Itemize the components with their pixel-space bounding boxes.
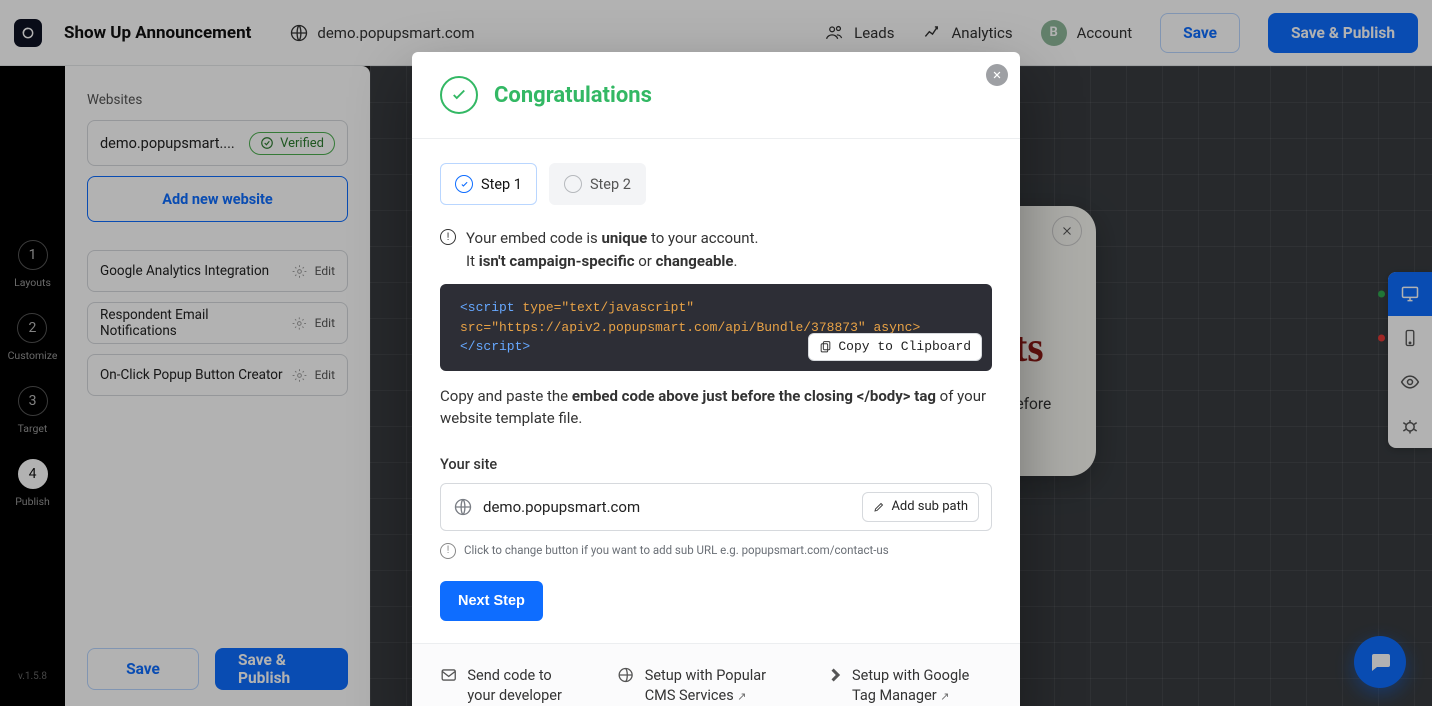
embed-code[interactable]: <script type="text/javascript" src="http…	[440, 284, 992, 371]
send-to-developer-label: Send code to your developer	[467, 666, 577, 706]
next-step-button[interactable]: Next Step	[440, 581, 543, 621]
info-icon: !	[440, 543, 456, 559]
external-icon: ↗	[737, 690, 746, 703]
globe-icon	[617, 666, 634, 684]
add-sub-path-button[interactable]: Add sub path	[862, 492, 979, 522]
modal-title: Congratulations	[494, 83, 652, 108]
tab-step-2[interactable]: Step 2	[549, 163, 646, 205]
code-tag: <script	[460, 300, 522, 315]
code-attr: type="text/javascript" src="https://apiv…	[460, 300, 920, 335]
t: It	[466, 252, 479, 270]
setup-cms[interactable]: Setup with Popular CMS Services ↗	[617, 666, 784, 706]
hint-text: Click to change button if you want to ad…	[464, 543, 889, 557]
setup-cms-label: Setup with Popular CMS Services	[645, 667, 766, 704]
your-site-field[interactable]: demo.popupsmart.com Add sub path	[440, 483, 992, 531]
pencil-icon	[873, 501, 885, 513]
globe-icon	[453, 497, 473, 517]
external-icon: ↗	[940, 690, 949, 703]
radio-unchecked-icon	[564, 175, 582, 193]
embed-instructions: Copy and paste the embed code above just…	[440, 385, 992, 430]
t: or	[635, 252, 656, 270]
send-to-developer[interactable]: Send code to your developer	[440, 666, 577, 706]
your-site-label: Your site	[440, 456, 992, 473]
tab-step-1[interactable]: Step 1	[440, 163, 537, 205]
copy-to-clipboard-button[interactable]: Copy to Clipboard	[808, 333, 982, 361]
info-icon: !	[440, 229, 456, 245]
tab-step-2-label: Step 2	[590, 176, 631, 193]
clipboard-icon	[819, 340, 832, 353]
hint-row: ! Click to change button if you want to …	[440, 541, 992, 559]
close-icon	[992, 70, 1002, 80]
copy-label: Copy to Clipboard	[838, 337, 971, 357]
setup-gtm-label: Setup with Google Tag Manager	[852, 667, 969, 704]
next-step-label: Next Step	[458, 593, 525, 609]
code-tag: </script>	[460, 339, 530, 354]
t: changeable	[656, 252, 734, 270]
t: Your embed code is	[466, 229, 601, 247]
add-sub-path-label: Add sub path	[891, 499, 968, 514]
radio-checked-icon	[455, 175, 473, 193]
congrats-modal: Congratulations Step 1 Step 2 ! Your e	[412, 52, 1020, 706]
embed-info: ! Your embed code is unique to your acco…	[440, 227, 992, 272]
modal-close[interactable]	[986, 64, 1008, 86]
setup-gtm[interactable]: Setup with Google Tag Manager ↗	[825, 666, 992, 706]
t: embed code above just before the closing…	[572, 387, 936, 405]
check-circle-icon	[440, 76, 478, 114]
t: .	[733, 252, 737, 270]
modal-wrap: Congratulations Step 1 Step 2 ! Your e	[0, 0, 1432, 706]
t: isn't campaign-specific	[479, 252, 635, 270]
gtm-icon	[825, 666, 842, 684]
t: unique	[601, 229, 647, 247]
mail-icon	[440, 666, 457, 684]
t: to your account.	[647, 229, 758, 247]
your-site-value: demo.popupsmart.com	[483, 498, 640, 516]
t: Copy and paste the	[440, 387, 572, 405]
tab-step-1-label: Step 1	[481, 176, 522, 193]
